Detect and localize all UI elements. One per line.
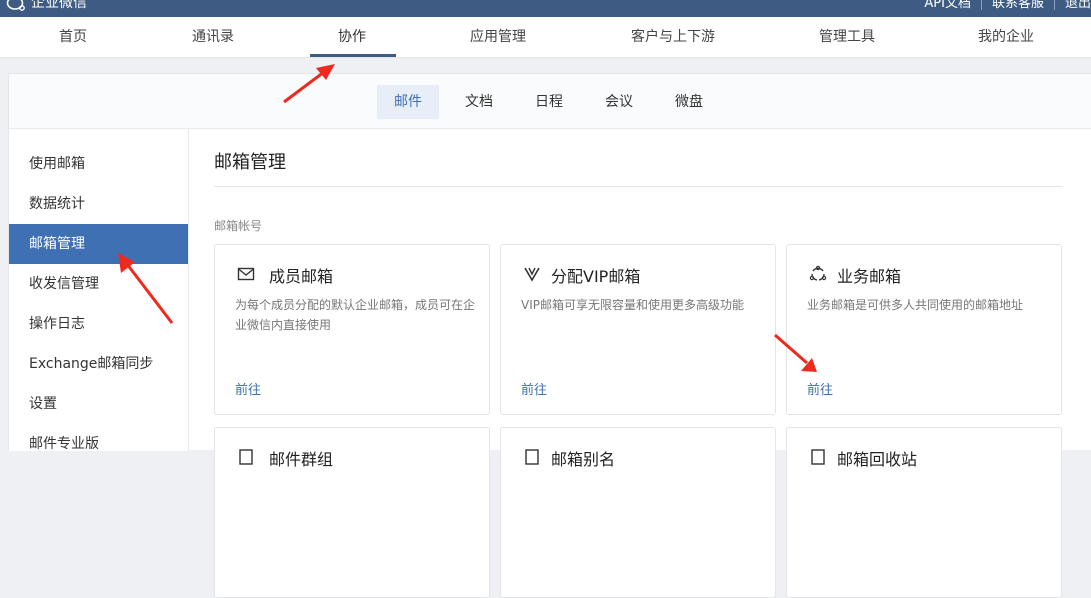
card-title: 分配VIP邮箱 xyxy=(551,267,641,286)
card-member-mailbox[interactable]: 成员邮箱 为每个成员分配的默认企业邮箱，成员可在企业微信内直接使用 前往 xyxy=(214,244,490,415)
sidebar-item-mail-pro[interactable]: 邮件专业版 xyxy=(9,424,188,464)
main-nav: 首页 通讯录 协作 应用管理 客户与上下游 管理工具 我的企业 xyxy=(0,17,1091,58)
title-divider xyxy=(214,186,1063,187)
sidebar-item-statistics[interactable]: 数据统计 xyxy=(9,184,188,224)
top-links: API文档 联系客服 退出 xyxy=(924,0,1091,12)
top-header: 企业微信 API文档 联系客服 退出 xyxy=(0,0,1091,17)
card-mail-recycle[interactable]: 邮箱回收站 xyxy=(786,427,1062,598)
nav-home[interactable]: 首页 xyxy=(59,17,87,57)
subnav-calendar[interactable]: 日程 xyxy=(518,85,580,119)
envelope-icon xyxy=(237,267,255,281)
sidebar-item-settings[interactable]: 设置 xyxy=(9,384,188,424)
sidebar-item-send-receive[interactable]: 收发信管理 xyxy=(9,264,188,304)
api-docs-link[interactable]: API文档 xyxy=(924,0,971,12)
card-mail-alias[interactable]: 邮箱别名 xyxy=(500,427,776,598)
vip-icon xyxy=(524,267,540,282)
logout-link[interactable]: 退出 xyxy=(1065,0,1091,12)
top-link-divider xyxy=(980,0,982,10)
recycle-bin-icon xyxy=(811,449,825,465)
subnav-drive[interactable]: 微盘 xyxy=(658,85,720,119)
nav-management-tools[interactable]: 管理工具 xyxy=(819,17,875,57)
card-description: VIP邮箱可享无限容量和使用更多高级功能 xyxy=(521,298,744,312)
sidebar-item-exchange-sync[interactable]: Exchange邮箱同步 xyxy=(9,344,188,384)
card-description: 为每个成员分配的默认企业邮箱，成员可在企业微信内直接使用 xyxy=(235,298,476,332)
card-title: 成员邮箱 xyxy=(269,267,334,286)
mail-alias-icon xyxy=(525,449,539,465)
card-business-mailbox[interactable]: 业务邮箱 业务邮箱是可供多人共同使用的邮箱地址 前往 xyxy=(786,244,1062,415)
nav-collaboration[interactable]: 协作 xyxy=(338,17,366,57)
card-mail-group[interactable]: 邮件群组 xyxy=(214,427,490,598)
brand-name: 企业微信 xyxy=(31,0,87,11)
section-label: 邮箱帐号 xyxy=(214,219,263,233)
subnav-docs[interactable]: 文档 xyxy=(448,85,510,119)
page-title: 邮箱管理 xyxy=(214,152,286,173)
active-nav-indicator xyxy=(310,54,396,57)
main-content: 邮箱管理 邮箱帐号 成员邮箱 为每个成员分配的默认企业邮箱，成员可在企业微信内直… xyxy=(189,129,1091,598)
sidebar-item-mailbox-management[interactable]: 邮箱管理 xyxy=(9,224,188,264)
card-go-link[interactable]: 前往 xyxy=(807,379,833,398)
card-description: 业务邮箱是可供多人共同使用的邮箱地址 xyxy=(807,298,1024,312)
mail-group-icon xyxy=(239,449,253,465)
content-panel: 邮件 文档 日程 会议 微盘 使用邮箱 数据统计 邮箱管理 收发信管理 操作日志… xyxy=(8,73,1091,598)
top-link-divider xyxy=(1053,0,1055,10)
subnav-mail[interactable]: 邮件 xyxy=(377,85,439,119)
card-title: 业务邮箱 xyxy=(837,267,902,286)
nav-my-enterprise[interactable]: 我的企业 xyxy=(978,17,1034,57)
contact-support-link[interactable]: 联系客服 xyxy=(992,0,1044,12)
card-go-link[interactable]: 前往 xyxy=(521,379,547,398)
sidebar-item-operation-log[interactable]: 操作日志 xyxy=(9,304,188,344)
card-go-link[interactable]: 前往 xyxy=(235,379,261,398)
sidebar-item-use-mailbox[interactable]: 使用邮箱 xyxy=(9,144,188,184)
wecom-logo-icon xyxy=(6,0,25,11)
sidebar: 使用邮箱 数据统计 邮箱管理 收发信管理 操作日志 Exchange邮箱同步 设… xyxy=(9,129,189,452)
nav-app-management[interactable]: 应用管理 xyxy=(470,17,526,57)
nav-customers[interactable]: 客户与上下游 xyxy=(631,17,715,57)
group-icon xyxy=(809,265,827,281)
brand[interactable]: 企业微信 xyxy=(6,0,87,12)
sub-nav: 邮件 文档 日程 会议 微盘 xyxy=(9,74,1091,129)
nav-contacts[interactable]: 通讯录 xyxy=(192,17,234,57)
subnav-meeting[interactable]: 会议 xyxy=(588,85,650,119)
card-vip-mailbox[interactable]: 分配VIP邮箱 VIP邮箱可享无限容量和使用更多高级功能 前往 xyxy=(500,244,776,415)
